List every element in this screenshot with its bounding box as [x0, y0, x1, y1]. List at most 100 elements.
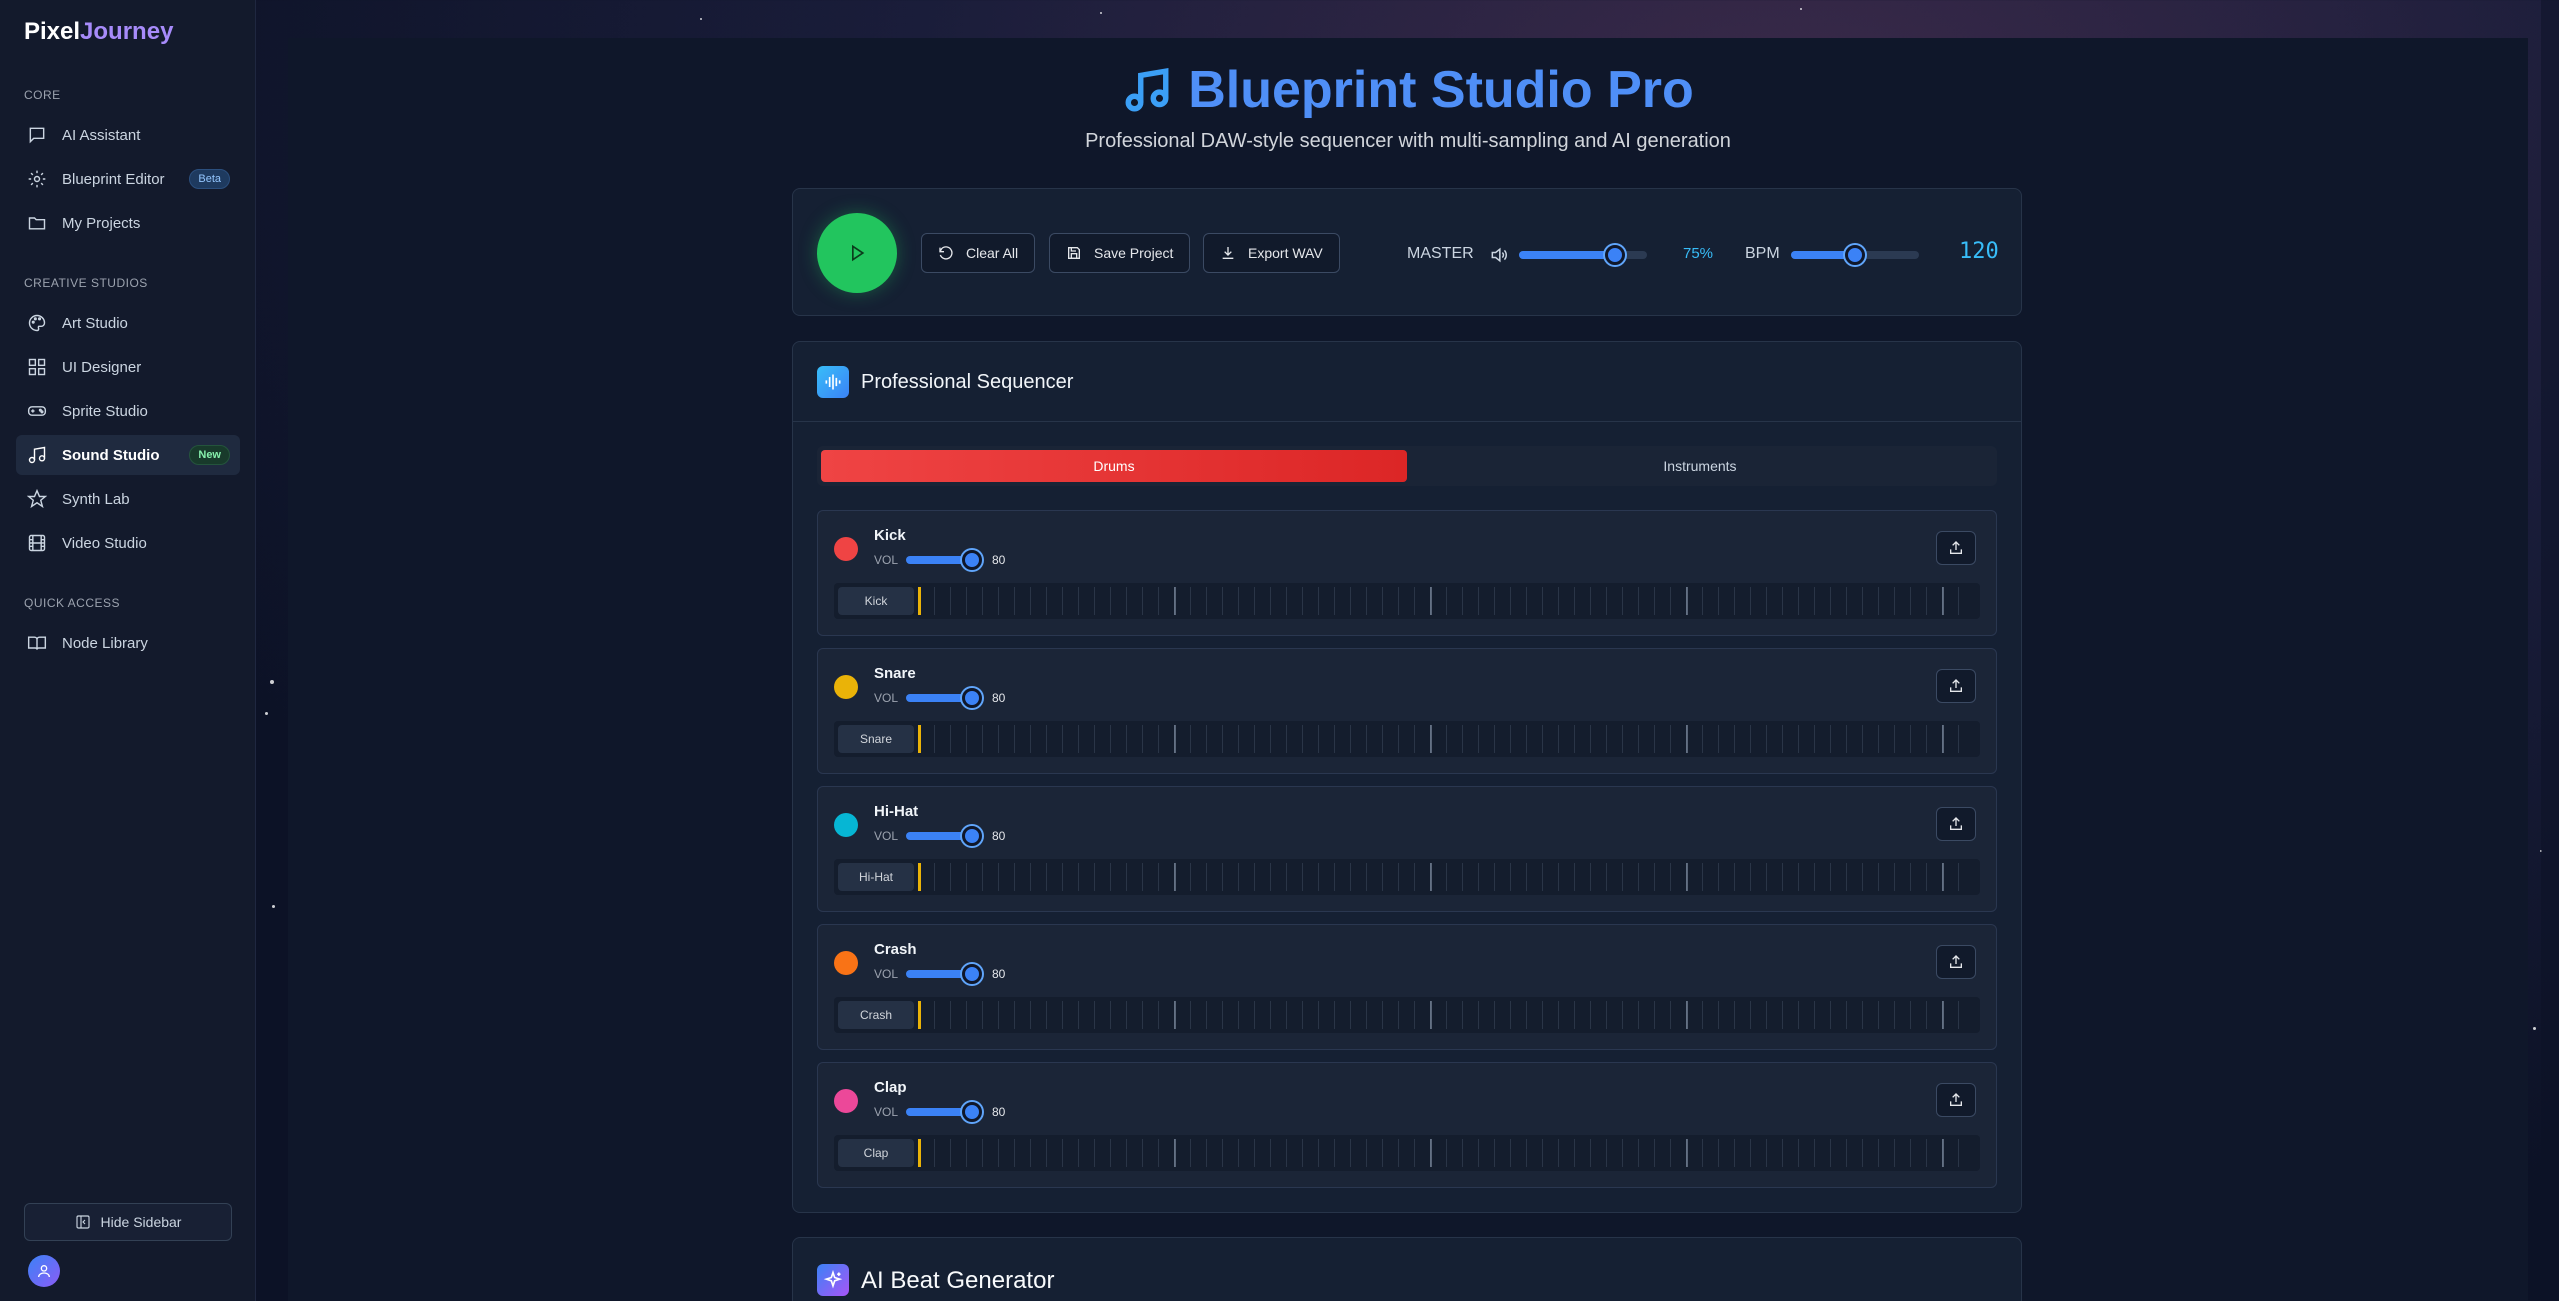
palette-icon — [26, 312, 48, 334]
message-icon — [26, 124, 48, 146]
track-name: Hi-Hat — [874, 803, 919, 820]
save-project-button[interactable]: Save Project — [1049, 233, 1191, 273]
master-volume-value: 75% — [1683, 245, 1714, 262]
track-volume-slider[interactable] — [906, 550, 982, 570]
clear-all-button[interactable]: Clear All — [921, 233, 1036, 273]
playhead — [918, 1001, 921, 1029]
bpm-value: 120 — [1959, 239, 1999, 264]
play-button[interactable] — [817, 213, 897, 293]
page-title: Blueprint Studio Pro — [1188, 61, 1694, 119]
upload-sample-button[interactable] — [1936, 1083, 1976, 1117]
download-icon — [1222, 247, 1234, 259]
track-name: Clap — [874, 1079, 907, 1096]
vol-label: VOL — [874, 967, 899, 981]
track-kick: Kick VOL 80 Kick — [817, 510, 1997, 636]
sidebar-item-blueprint-editor[interactable]: Blueprint Editor Beta — [16, 159, 240, 199]
sidebar-item-my-projects[interactable]: My Projects — [16, 203, 240, 243]
book-icon — [26, 632, 48, 654]
page-scrollbar[interactable] — [2541, 0, 2559, 1301]
user-avatar[interactable] — [28, 1255, 60, 1287]
step-row-label: Clap — [838, 1139, 914, 1167]
step-grid[interactable] — [918, 587, 1972, 615]
rotate-ccw-icon — [939, 246, 953, 260]
sidebar-item-sprite-studio[interactable]: Sprite Studio — [16, 391, 240, 431]
export-wav-button[interactable]: Export WAV — [1203, 233, 1340, 273]
playhead — [918, 863, 921, 891]
page-subtitle: Professional DAW-style sequencer with mu… — [1085, 130, 1731, 152]
track-name: Kick — [874, 527, 906, 544]
step-row-label: Snare — [838, 725, 914, 753]
step-grid[interactable] — [918, 1139, 1972, 1167]
step-grid[interactable] — [918, 863, 1972, 891]
step-row: Crash — [834, 997, 1980, 1033]
vol-label: VOL — [874, 1105, 899, 1119]
user-icon — [38, 1265, 50, 1278]
tab-drums[interactable]: Drums — [821, 450, 1407, 482]
step-row: Hi-Hat — [834, 859, 1980, 895]
app-logo[interactable]: PixelJourney — [24, 18, 173, 46]
step-row-label: Hi-Hat — [838, 863, 914, 891]
track-volume-slider[interactable] — [906, 826, 982, 846]
upload-sample-button[interactable] — [1936, 531, 1976, 565]
track-volume-value: 80 — [992, 967, 1006, 981]
playhead — [918, 1139, 921, 1167]
vol-label: VOL — [874, 829, 899, 843]
sidebar-toggle-icon — [75, 1215, 90, 1229]
track-volume-slider[interactable] — [906, 1102, 982, 1122]
track-volume-slider[interactable] — [906, 964, 982, 984]
track-clap: Clap VOL 80 Clap — [817, 1062, 1997, 1188]
track-volume-knob[interactable] — [962, 964, 982, 984]
upload-icon — [1950, 679, 1962, 692]
section-title-creative-studios: CREATIVE STUDIOS — [24, 276, 148, 290]
step-row-label: Crash — [838, 1001, 914, 1029]
sidebar-item-ai-assistant[interactable]: AI Assistant — [16, 115, 240, 155]
upload-sample-button[interactable] — [1936, 945, 1976, 979]
bpm-slider[interactable] — [1791, 245, 1919, 265]
vol-label: VOL — [874, 553, 899, 567]
tab-instruments[interactable]: Instruments — [1407, 450, 1993, 482]
track-volume-slider[interactable] — [906, 688, 982, 708]
section-title-quick-access: QUICK ACCESS — [24, 596, 121, 610]
sidebar-item-sound-studio[interactable]: Sound Studio New — [16, 435, 240, 475]
master-volume-knob[interactable] — [1605, 245, 1625, 265]
sidebar-item-ui-designer[interactable]: UI Designer — [16, 347, 240, 387]
music-icon — [26, 444, 48, 466]
sidebar-item-art-studio[interactable]: Art Studio — [16, 303, 240, 343]
playhead — [918, 725, 921, 753]
playhead — [918, 587, 921, 615]
hide-sidebar-button[interactable]: Hide Sidebar — [24, 1203, 232, 1241]
upload-icon — [1950, 955, 1962, 968]
track-volume-knob[interactable] — [962, 826, 982, 846]
step-row: Kick — [834, 583, 1980, 619]
track-name: Snare — [874, 665, 916, 682]
step-grid[interactable] — [918, 1001, 1972, 1029]
step-grid[interactable] — [918, 725, 1972, 753]
film-icon — [26, 532, 48, 554]
step-row: Clap — [834, 1135, 1980, 1171]
master-volume-slider[interactable] — [1519, 245, 1647, 265]
track-volume-knob[interactable] — [962, 688, 982, 708]
track-color-dot — [834, 813, 858, 837]
upload-sample-button[interactable] — [1936, 807, 1976, 841]
sidebar-item-synth-lab[interactable]: Synth Lab — [16, 479, 240, 519]
track-color-dot — [834, 1089, 858, 1113]
track-volume-knob[interactable] — [962, 550, 982, 570]
bpm-slider-knob[interactable] — [1845, 245, 1865, 265]
beta-badge: Beta — [189, 169, 230, 189]
track-volume-knob[interactable] — [962, 1102, 982, 1122]
sparkles-icon — [817, 1264, 849, 1296]
track-volume-value: 80 — [992, 1105, 1006, 1119]
upload-sample-button[interactable] — [1936, 669, 1976, 703]
step-row: Snare — [834, 721, 1980, 757]
track-color-dot — [834, 951, 858, 975]
gamepad-icon — [26, 400, 48, 422]
sidebar-item-node-library[interactable]: Node Library — [16, 623, 240, 663]
track-snare: Snare VOL 80 Snare — [817, 648, 1997, 774]
master-volume-fill — [1519, 251, 1615, 259]
track-volume-value: 80 — [992, 691, 1006, 705]
ai-beat-generator-panel: AI Beat Generator — [792, 1237, 2022, 1301]
sidebar-item-video-studio[interactable]: Video Studio — [16, 523, 240, 563]
ai-beat-generator-title: AI Beat Generator — [861, 1267, 1055, 1294]
play-icon — [852, 244, 865, 262]
main-content: Blueprint Studio Pro Professional DAW-st… — [288, 38, 2528, 1301]
